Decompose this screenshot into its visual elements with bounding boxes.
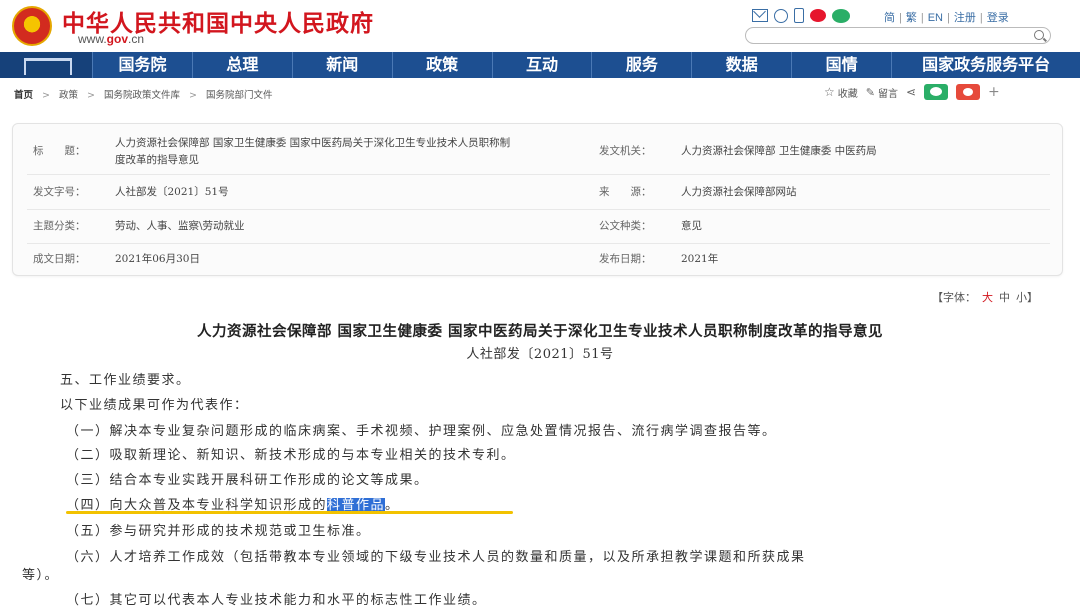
issuer-value: 人力资源社会保障部 卫生健康委 中医药局 xyxy=(681,145,877,157)
language-links: 简 | 繁 | EN | 注册 | 登录 xyxy=(884,12,1009,24)
traditional-link[interactable]: 繁 xyxy=(906,12,917,24)
breadcrumb-policy-library[interactable]: 国务院政策文件库 xyxy=(104,90,180,101)
nav-item-national-info[interactable]: 国情 xyxy=(791,52,891,78)
nav-item-service-platform[interactable]: 国家政务服务平台 xyxy=(891,52,1080,78)
topic-value: 劳动、人事、监察\劳动就业 xyxy=(115,220,245,232)
favorite-button[interactable]: ☆ 收藏 xyxy=(824,85,858,100)
domain-suffix: .cn xyxy=(128,32,145,46)
share-wechat-icon[interactable] xyxy=(924,84,949,100)
register-link[interactable]: 注册 xyxy=(954,12,976,24)
highlight-underline xyxy=(66,511,513,514)
share-weibo-icon[interactable] xyxy=(956,84,981,100)
nav-item-services[interactable]: 服务 xyxy=(591,52,691,78)
info-row-topic: 主题分类： 劳动、人事、监察\劳动就业 公文种类： 意见 xyxy=(27,210,1050,244)
info-row-title: 标 题： 人力资源社会保障部 国家卫生健康委 国家中医药局关于深化卫生专业技术人… xyxy=(27,129,1050,175)
article-paragraph-continued: 等）。 xyxy=(22,568,60,583)
article-paragraph: （五）参与研究并形成的技术规范或卫生标准。 xyxy=(66,524,371,539)
title-value: 人力资源社会保障部 国家卫生健康委 国家中医药局关于深化卫生专业技术人员职称制度… xyxy=(115,137,511,166)
source-value: 人力资源社会保障部网站 xyxy=(681,186,797,198)
top-icon-bar xyxy=(752,8,850,23)
nav-item-data[interactable]: 数据 xyxy=(691,52,791,78)
nav-item-premier[interactable]: 总理 xyxy=(191,52,292,78)
publish-date-value: 2021年 xyxy=(681,253,719,265)
article-paragraph: （一）解决本专业复杂问题形成的临床病案、手术视频、护理案例、应急处置情况报告、流… xyxy=(66,424,777,439)
main-nav: 国务院 总理 新闻 政策 互动 服务 数据 国情 国家政务服务平台 xyxy=(0,52,1080,78)
search-icon[interactable] xyxy=(1034,30,1044,40)
date-value: 2021年06月30日 xyxy=(115,253,200,265)
issuer-label: 发文机关： xyxy=(599,145,652,157)
article-paragraph: 五、工作业绩要求。 xyxy=(60,373,191,388)
site-header: 中华人民共和国中央人民政府 www.gov.cn 简 | 繁 | EN | 注册 | 登录 xyxy=(0,0,1080,50)
wechat-icon[interactable] xyxy=(832,8,850,23)
font-size-large[interactable]: 大 xyxy=(982,291,993,304)
article-tools: ☆ 收藏 ✎ 留言 ⋖ + xyxy=(824,84,1000,100)
doctype-value: 意见 xyxy=(681,220,702,232)
simplified-link[interactable]: 简 xyxy=(884,12,895,24)
source-label: 来 源： xyxy=(599,186,652,198)
article-paragraph: （二）吸取新理论、新知识、新技术形成的与本专业相关的技术专利。 xyxy=(66,448,516,463)
subscribe-icon[interactable] xyxy=(774,8,788,23)
breadcrumb: 首页 > 政策 > 国务院政策文件库 > 国务院部门文件 xyxy=(14,90,273,101)
font-size-switcher: 【字体： 大中小】 xyxy=(929,289,1041,305)
docno-label: 发文字号： xyxy=(33,186,86,198)
domain-prefix: www. xyxy=(78,32,107,46)
tiananmen-logo-icon[interactable] xyxy=(0,52,92,78)
pen-icon: ✎ xyxy=(865,85,875,99)
font-size-small[interactable]: 小】 xyxy=(1016,291,1038,304)
article-paragraph: （七）其它可以代表本人专业技术能力和水平的标志性工作业绩。 xyxy=(66,593,487,608)
publish-date-label: 发布日期： xyxy=(599,253,652,265)
login-link[interactable]: 登录 xyxy=(987,12,1009,24)
font-size-medium[interactable]: 中 xyxy=(999,291,1010,304)
weibo-icon[interactable] xyxy=(810,9,826,22)
article-title: 人力资源社会保障部 国家卫生健康委 国家中医药局关于深化卫生专业技术人员职称制度… xyxy=(196,323,884,340)
more-share-icon[interactable]: + xyxy=(988,84,1000,100)
info-row-dates: 成文日期： 2021年06月30日 发布日期： 2021年 xyxy=(27,244,1050,276)
topic-label: 主题分类： xyxy=(33,220,86,232)
comment-button[interactable]: ✎ 留言 xyxy=(866,85,898,100)
breadcrumb-dept-docs[interactable]: 国务院部门文件 xyxy=(206,90,273,101)
nav-item-news[interactable]: 新闻 xyxy=(291,52,392,78)
info-row-docno: 发文字号： 人社部发〔2021〕51号 来 源： 人力资源社会保障部网站 xyxy=(27,175,1050,210)
doctype-label: 公文种类： xyxy=(599,220,652,232)
mail-icon[interactable] xyxy=(752,9,768,22)
mobile-icon[interactable] xyxy=(794,8,804,23)
search-input[interactable] xyxy=(745,27,1051,44)
date-label: 成文日期： xyxy=(33,253,86,265)
document-info-table: 标 题： 人力资源社会保障部 国家卫生健康委 国家中医药局关于深化卫生专业技术人… xyxy=(12,123,1063,276)
nav-item-interaction[interactable]: 互动 xyxy=(491,52,592,78)
share-icon[interactable]: ⋖ xyxy=(906,85,916,99)
title-label: 标 题： xyxy=(33,145,86,157)
article-paragraph: （三）结合本专业实践开展科研工作形成的论文等成果。 xyxy=(66,473,429,488)
domain-brand: gov xyxy=(106,32,129,46)
font-size-prefix: 【字体： xyxy=(932,291,976,304)
nav-item-state-council[interactable]: 国务院 xyxy=(92,52,192,78)
favorite-label: 收藏 xyxy=(837,88,858,100)
article-doc-number: 人社部发〔2021〕51号 xyxy=(466,347,614,362)
breadcrumb-policy[interactable]: 政策 xyxy=(59,90,78,101)
english-link[interactable]: EN xyxy=(928,12,943,24)
star-icon: ☆ xyxy=(824,85,835,99)
docno-value: 人社部发〔2021〕51号 xyxy=(115,186,229,198)
article-paragraph: 以下业绩成果可作为代表作： xyxy=(60,398,249,413)
comment-label: 留言 xyxy=(877,88,898,100)
nav-item-policy[interactable]: 政策 xyxy=(391,52,492,78)
article-paragraph: （六）人才培养工作成效（包括带教本专业领域的下级专业技术人员的数量和质量，以及所… xyxy=(66,550,806,565)
national-emblem-icon[interactable] xyxy=(12,6,52,46)
breadcrumb-home[interactable]: 首页 xyxy=(14,90,33,101)
site-domain: www.gov.cn xyxy=(78,32,144,46)
